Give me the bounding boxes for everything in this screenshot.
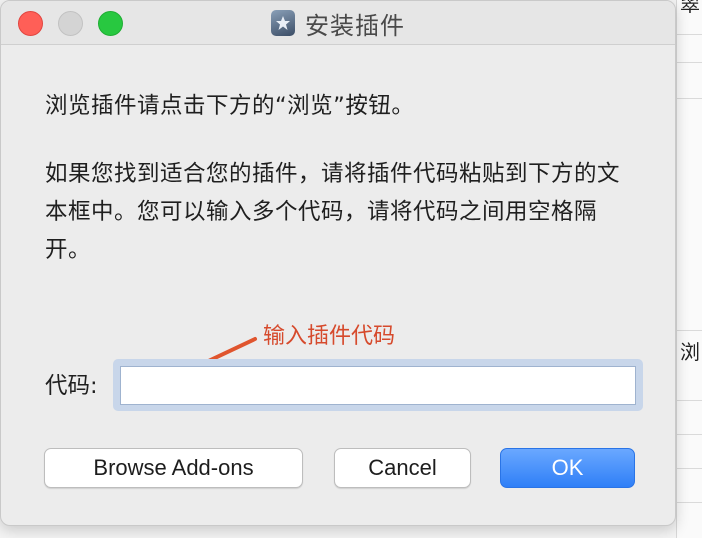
background-divider (677, 34, 702, 35)
code-field-label: 代码: (45, 373, 98, 399)
cancel-button[interactable]: Cancel (334, 448, 471, 488)
puzzle-app-icon (271, 10, 295, 36)
background-divider (677, 98, 702, 99)
install-addons-dialog: 安装插件 浏览插件请点击下方的“浏览”按钮。 如果您找到适合您的插件，请将插件代… (0, 0, 676, 526)
background-divider (677, 330, 702, 331)
dialog-title: 安装插件 (305, 11, 405, 40)
background-divider (677, 62, 702, 63)
background-divider (677, 502, 702, 503)
addon-code-input[interactable] (120, 366, 636, 405)
ok-button[interactable]: OK (500, 448, 635, 488)
title-bar: 安装插件 (1, 1, 675, 45)
window-title: 安装插件 (271, 7, 405, 40)
maximize-window-button[interactable] (98, 11, 123, 36)
annotation-label: 输入插件代码 (263, 324, 396, 349)
background-divider (677, 400, 702, 401)
browse-instruction-text: 浏览插件请点击下方的“浏览”按钮。 (45, 93, 415, 119)
background-window (676, 0, 702, 538)
browse-addons-button[interactable]: Browse Add-ons (44, 448, 303, 488)
minimize-window-button[interactable] (58, 11, 83, 36)
paste-code-instruction-text: 如果您找到适合您的插件，请将插件代码粘贴到下方的文本框中。您可以输入多个代码，请… (45, 161, 621, 263)
background-divider (677, 468, 702, 469)
background-text-top: 翠 (680, 0, 700, 16)
background-divider (677, 434, 702, 435)
close-window-button[interactable] (18, 11, 43, 36)
background-text-mid: 浏 (680, 340, 700, 364)
